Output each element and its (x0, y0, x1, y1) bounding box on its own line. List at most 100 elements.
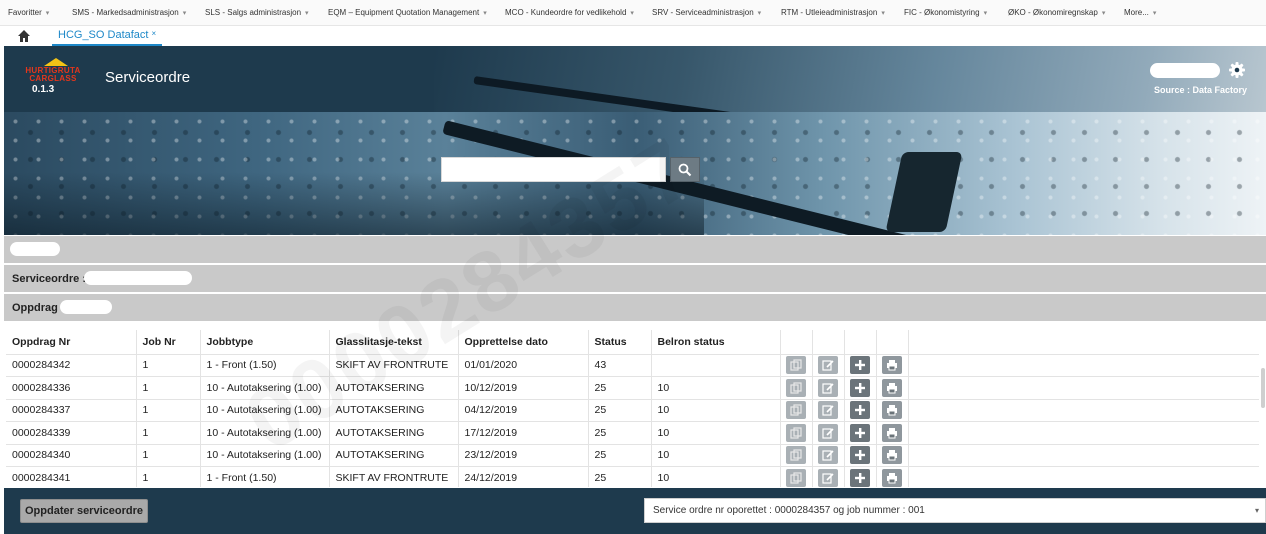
edit-button[interactable] (818, 356, 838, 375)
print-button[interactable] (882, 423, 902, 442)
copy-icon (790, 427, 802, 439)
serviceordre-redacted (84, 271, 192, 285)
search-input[interactable] (441, 157, 666, 182)
print-button[interactable] (882, 446, 902, 465)
plus-button[interactable] (850, 378, 870, 397)
glasslitasje-cell: AUTOTAKSERING (329, 444, 459, 467)
menu-more[interactable]: More... ▾ (1124, 8, 1156, 17)
plus-icon (855, 450, 865, 461)
table-row[interactable]: 0000284339 1 10 - Autotaksering (1.00) AUTO… (6, 421, 1259, 445)
menu-oko[interactable]: ØKO - Økonomiregnskap ▾ (1008, 8, 1105, 17)
print-icon (887, 427, 897, 439)
close-icon[interactable]: × (152, 29, 157, 38)
jobbtype-cell: 10 - Autotaksering (1.00) (200, 376, 330, 400)
jobbtype-cell: 10 - Autotaksering (1.00) (200, 399, 330, 422)
status-cell: 43 (588, 354, 652, 377)
chevron-down-icon: ▾ (483, 10, 487, 17)
menu-sms[interactable]: SMS - Markedsadministrasjon ▾ (72, 8, 186, 17)
table-row[interactable]: 0000284341 1 1 - Front (1.50) SKIFT AV FRON… (6, 466, 1259, 487)
print-icon (887, 472, 897, 484)
column-header[interactable]: Opprettelse dato (458, 330, 589, 355)
edit-button[interactable] (818, 378, 838, 397)
chevron-down-icon: ▾ (630, 10, 634, 17)
update-serviceordre-button[interactable]: Oppdater serviceordre (20, 499, 148, 523)
column-header[interactable]: Oppdrag Nr (6, 330, 137, 355)
copy-button[interactable] (786, 468, 806, 487)
copy-button[interactable] (786, 401, 806, 420)
column-header[interactable]: Glasslitasje-tekst (329, 330, 459, 355)
print-icon (887, 360, 897, 371)
plus-button[interactable] (850, 468, 870, 487)
opprettelse-dato-cell: 01/01/2020 (458, 354, 589, 377)
copy-icon (790, 404, 802, 416)
copy-icon (790, 472, 802, 484)
plus-button[interactable] (850, 356, 870, 375)
copy-button[interactable] (786, 378, 806, 397)
plus-button[interactable] (850, 446, 870, 465)
column-header[interactable]: Belron status (651, 330, 781, 355)
copy-button[interactable] (786, 446, 806, 465)
print-button[interactable] (882, 468, 902, 487)
search-button[interactable] (670, 157, 700, 182)
jobbtype-cell: 1 - Front (1.50) (200, 354, 330, 377)
job-nr-cell: 1 (136, 444, 201, 467)
gear-icon[interactable] (1228, 61, 1246, 79)
column-header[interactable]: Status (588, 330, 652, 355)
tab-hcg-so-datafact[interactable]: HCG_SO Datafact × (52, 26, 163, 46)
edit-icon (822, 473, 834, 484)
print-button[interactable] (882, 378, 902, 397)
jobbtype-cell: 10 - Autotaksering (1.00) (200, 444, 330, 467)
plus-button[interactable] (850, 423, 870, 442)
table-row[interactable]: 0000284336 1 10 - Autotaksering (1.00) AUTO… (6, 376, 1259, 400)
plus-button[interactable] (850, 401, 870, 420)
status-cell: 25 (588, 421, 652, 445)
menu-rtm[interactable]: RTM - Utleieadministrasjon ▾ (781, 8, 885, 17)
edit-icon (822, 405, 834, 416)
copy-icon (790, 382, 802, 394)
menu-srv[interactable]: SRV - Serviceadministrasjon ▾ (652, 8, 761, 17)
belron-status-cell: 10 (651, 421, 781, 445)
job-nr-cell: 1 (136, 399, 201, 422)
opprettelse-dato-cell: 04/12/2019 (458, 399, 589, 422)
edit-icon (822, 383, 834, 394)
column-header[interactable]: Job Nr (136, 330, 201, 355)
edit-button[interactable] (818, 446, 838, 465)
vertical-scrollbar[interactable] (1261, 368, 1265, 408)
edit-button[interactable] (818, 401, 838, 420)
oppdrag-nr-cell: 0000284336 (6, 376, 137, 400)
customer-redacted (10, 242, 60, 256)
menu-mco[interactable]: MCO - Kundeordre for vedlikehold ▾ (505, 8, 634, 17)
app-footer: Oppdater serviceordre Service ordre nr o… (4, 488, 1266, 534)
status-cell: 25 (588, 399, 652, 422)
belron-status-cell: 10 (651, 376, 781, 400)
menu-eqm[interactable]: EQM – Equipment Quotation Management ▾ (328, 8, 487, 17)
edit-icon (822, 360, 834, 371)
oppdrag-nr-cell: 0000284340 (6, 444, 137, 467)
table-row[interactable]: 0000284342 1 1 - Front (1.50) SKIFT AV FRON… (6, 354, 1259, 377)
copy-icon (790, 359, 802, 371)
service-order-status-select[interactable]: Service ordre nr oporettet : 0000284357 … (644, 498, 1266, 523)
glasslitasje-cell: SKIFT AV FRONTRUTE (329, 354, 459, 377)
copy-button[interactable] (786, 356, 806, 375)
print-button[interactable] (882, 401, 902, 420)
table-row[interactable]: 0000284337 1 10 - Autotaksering (1.00) AUTO… (6, 399, 1259, 422)
edit-button[interactable] (818, 468, 838, 487)
copy-button[interactable] (786, 423, 806, 442)
top-menu-bar: Favoritter ▾ SMS - Markedsadministrasjon ▾… (0, 0, 1266, 26)
menu-favoritter[interactable]: Favoritter ▾ (8, 8, 49, 17)
oppdrag-table-container: Oppdrag Nr Job Nr Jobbtype Glasslitasje-… (6, 330, 1259, 487)
edit-icon (822, 450, 834, 461)
search-icon (678, 163, 692, 176)
home-icon[interactable] (17, 29, 31, 43)
menu-sls[interactable]: SLS - Salgs administrasjon ▾ (205, 8, 309, 17)
menu-fic[interactable]: FIC - Økonomistyring ▾ (904, 8, 987, 17)
header-background (434, 46, 1266, 112)
chevron-down-icon: ▾ (757, 10, 762, 17)
chevron-down-icon: ▾ (983, 10, 988, 17)
print-icon (887, 450, 897, 461)
table-row[interactable]: 0000284340 1 10 - Autotaksering (1.00) AUTO… (6, 444, 1259, 467)
print-button[interactable] (882, 356, 902, 375)
plus-icon (855, 382, 865, 393)
column-header[interactable]: Jobbtype (200, 330, 330, 355)
edit-button[interactable] (818, 423, 838, 442)
